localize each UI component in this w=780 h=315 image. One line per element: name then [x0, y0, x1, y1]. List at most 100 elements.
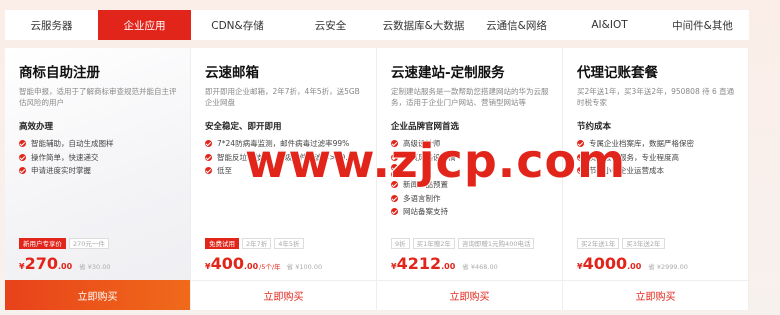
feature-text: 多语言制作 — [403, 193, 441, 203]
price-value: 400 — [210, 254, 244, 273]
check-icon — [391, 171, 398, 178]
price-row: ¥ 400 .00 /5个/年 省 ¥100.00 — [205, 254, 322, 273]
tab-7[interactable]: 中间件&其他 — [656, 10, 749, 40]
feature-item: 智能反垃圾技术，垃圾邮件过滤率>99.9% — [205, 151, 364, 165]
check-icon — [391, 140, 398, 148]
promo-tag: 2年7折 — [242, 238, 272, 249]
product-card: 代理记账套餐 买2年送1年，买3年送2年，950808 待 6 直通时税专家节约成… — [563, 48, 749, 310]
check-icon — [577, 167, 584, 175]
feature-item: 首页风格设计稿 — [391, 151, 550, 165]
buy-now-button[interactable]: 立即购买 — [191, 280, 376, 310]
feature-text: 节省小微企业运营成本 — [589, 166, 664, 175]
feature-item: 节省小微企业运营成本 — [577, 164, 736, 178]
tab-4[interactable]: 云数据库&大数据 — [377, 10, 470, 40]
check-icon — [391, 181, 398, 189]
check-icon — [19, 153, 26, 161]
tab-6[interactable]: AI&IOT — [563, 10, 656, 40]
check-icon — [19, 140, 26, 148]
feature-text: 资深会计服务，专业程度高 — [589, 152, 679, 162]
price-value: 4000 — [582, 254, 628, 273]
original-price: 省 ¥30.00 — [79, 263, 111, 271]
card-description: 定制建站服务是一款帮助您搭建网站的华为云服务，适用于企业门户网站、营销型网站等 — [391, 87, 549, 107]
price-row: ¥ 4000 .00 省 ¥2999.00 — [577, 254, 688, 273]
check-icon — [577, 153, 584, 161]
feature-heading: 节约成本 — [577, 122, 612, 132]
feature-item: 专属企业档案库，数据严格保密 — [577, 137, 736, 151]
promo-tags: 9折 买1年赠2年 咨询即赠1元购400电话 — [391, 238, 535, 249]
tab-5[interactable]: 云通信&网络 — [470, 10, 563, 40]
feature-item: 低至 — [205, 164, 364, 178]
feature-text: 智能辅助，自动生成图样 — [31, 139, 114, 148]
price-row: ¥ 4212 .00 省 ¥468.00 — [391, 254, 498, 273]
feature-text: 申请进度实时掌握 — [31, 166, 91, 175]
check-icon — [391, 194, 398, 202]
check-icon — [577, 140, 584, 148]
promo-tag: 4年5折 — [274, 238, 304, 249]
promo-tag: 新用户专享价 — [19, 238, 66, 249]
buy-now-button[interactable]: 立即购买 — [563, 280, 748, 310]
buy-now-button[interactable]: 立即购买 — [5, 280, 190, 310]
feature-list: 7*24防病毒监测，邮件病毒过滤率99% 智能反垃圾技术，垃圾邮件过滤率>99.9… — [205, 137, 364, 178]
feature-text: 7*24防病毒监测，邮件病毒过滤率99% — [217, 139, 350, 148]
promo-tags: 买2年送1年 买3年送2年 — [577, 238, 665, 249]
product-card: 云速建站-定制服务 定制建站服务是一款帮助您搭建网站的华为云服务，适用于企业门户网… — [377, 48, 563, 310]
tab-3[interactable]: 云安全 — [284, 10, 377, 40]
original-price: 省 ¥100.00 — [286, 263, 323, 271]
feature-item: 新闻产品预置 — [391, 178, 550, 192]
promo-tag: 买2年送1年 — [577, 238, 620, 249]
check-icon — [391, 153, 398, 161]
feature-text: 高级设计师 — [403, 139, 441, 148]
feature-text: 智能反垃圾技术，垃圾邮件过滤率>99.9% — [217, 152, 360, 162]
category-tabs: 云服务器 企业应用 CDN&存储 云安全 云数据库&大数据 云通信&网络 AI&IOT 中间件… — [5, 10, 749, 40]
check-icon — [205, 153, 212, 161]
feature-list: 高级设计师首页风格设计稿 新闻产品预置 多语言制作网站备案支持 — [391, 137, 550, 219]
price-value: 270 — [24, 254, 58, 273]
buy-now-button[interactable]: 立即购买 — [377, 280, 562, 310]
check-icon — [205, 167, 212, 175]
card-title[interactable]: 商标自助注册 — [19, 64, 178, 82]
feature-item: 高级设计师 — [391, 137, 550, 151]
price-decimal: .00 — [627, 262, 642, 271]
feature-heading: 安全稳定、即开即用 — [205, 122, 282, 132]
feature-text: 首页风格设计稿 — [403, 152, 456, 162]
original-price: 省 ¥468.00 — [462, 263, 498, 271]
card-title[interactable]: 云速建站-定制服务 — [391, 64, 550, 82]
price-decimal: .00 — [243, 262, 259, 271]
feature-list: 专属企业档案库，数据严格保密 资深会计服务，专业程度高 节省小微企业运营成本 — [577, 137, 736, 178]
card-description: 买2年送1年，买3年送2年，950808 待 6 直通时税专家 — [577, 87, 735, 107]
feature-text: 新闻产品预置 — [403, 180, 448, 189]
promo-tag: 买3年送2年 — [622, 238, 665, 249]
check-icon — [391, 164, 398, 171]
promo-tags: 新用户专享价 270元一件 — [19, 238, 109, 249]
tab-0[interactable]: 云服务器 — [5, 10, 98, 40]
tab-2[interactable]: CDN&存储 — [191, 10, 284, 40]
feature-item — [391, 171, 550, 178]
product-cards: 商标自助注册 智能申报，适用于了解商标审查规范并能自主评估风险的用户 高效办理 智能辅… — [5, 48, 749, 310]
price-value: 4212 — [396, 254, 442, 273]
feature-text: 专属企业档案库，数据严格保密 — [589, 139, 694, 148]
feature-item: 网站备案支持 — [391, 205, 550, 219]
price-row: ¥ 270 .00 省 ¥30.00 — [19, 254, 110, 273]
promo-tag: 270元一件 — [69, 238, 109, 249]
feature-heading: 企业品牌官网首选 — [391, 122, 460, 132]
promo-tags: 免费试用 2年7折 4年5折 — [205, 238, 304, 249]
price-decimal: .00 — [57, 262, 73, 271]
feature-item: 资深会计服务，专业程度高 — [577, 151, 736, 165]
tab-1[interactable]: 企业应用 — [98, 10, 191, 40]
product-card: 商标自助注册 智能申报，适用于了解商标审查规范并能自主评估风险的用户 高效办理 智能辅… — [5, 48, 191, 310]
check-icon — [205, 140, 212, 148]
check-icon — [19, 167, 26, 175]
card-title[interactable]: 代理记账套餐 — [577, 64, 736, 82]
feature-text: 操作简单，快速递交 — [31, 152, 99, 162]
feature-item: 申请进度实时掌握 — [19, 164, 178, 178]
promo-tag: 买1年赠2年 — [412, 238, 455, 249]
feature-item: 操作简单，快速递交 — [19, 151, 178, 165]
feature-text: 低至 — [217, 166, 232, 175]
card-description: 即开即用企业邮箱，2年7折，4年5折，送5GB企业网盘 — [205, 87, 360, 107]
promo-tag: 免费试用 — [205, 238, 239, 249]
card-title[interactable]: 云速邮箱 — [205, 64, 364, 82]
feature-heading: 高效办理 — [19, 122, 54, 132]
price-unit: /5个/年 — [259, 263, 281, 271]
price-decimal: .00 — [441, 262, 456, 271]
feature-item — [391, 164, 550, 171]
